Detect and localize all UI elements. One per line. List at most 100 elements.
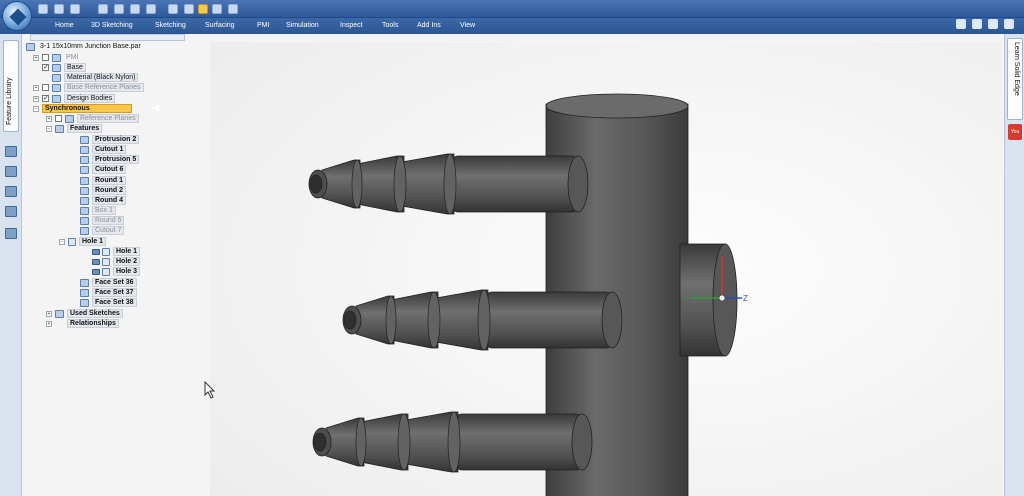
tree-feature-item[interactable]: Protrusion 2 bbox=[80, 135, 140, 144]
tab-inspect[interactable]: Inspect bbox=[340, 20, 363, 32]
select-icon[interactable] bbox=[98, 4, 108, 14]
tree-synchronous[interactable]: − Synchronous bbox=[33, 104, 159, 113]
application-button[interactable] bbox=[2, 1, 32, 31]
collapse-icon[interactable]: − bbox=[33, 105, 39, 112]
tree-face-set[interactable]: Face Set 38 bbox=[80, 298, 137, 307]
style-icon[interactable] bbox=[168, 4, 178, 14]
close-icon[interactable] bbox=[1004, 19, 1014, 29]
tree-hole-child[interactable]: Hole 2 bbox=[92, 257, 141, 266]
tab-pmi[interactable]: PMI bbox=[257, 20, 269, 32]
options-icon[interactable] bbox=[212, 4, 222, 14]
protrusion-icon bbox=[80, 155, 89, 164]
tree-hole-1[interactable]: − Hole 1 bbox=[59, 237, 107, 246]
save-icon[interactable] bbox=[38, 4, 48, 14]
help-icon[interactable] bbox=[956, 19, 966, 29]
tree-root-label: 3-1 15x10mm Junction Base.par bbox=[40, 43, 141, 50]
camera-icon[interactable] bbox=[5, 186, 17, 197]
tree-feature-item[interactable]: Cutout 1 bbox=[80, 145, 127, 154]
pathfinder-icon[interactable] bbox=[5, 228, 17, 239]
feature-library-tab[interactable]: Feature Library bbox=[3, 40, 19, 132]
dropdown-icon[interactable] bbox=[228, 4, 238, 14]
feature-label: Cutout 1 bbox=[92, 145, 127, 154]
tree-features[interactable]: − Features bbox=[46, 124, 103, 133]
checkbox[interactable] bbox=[42, 54, 49, 61]
tab-add-ins[interactable]: Add Ins bbox=[417, 20, 441, 32]
tab-3d-sketching[interactable]: 3D Sketching bbox=[91, 20, 133, 32]
3d-viewport[interactable]: Z Y bbox=[210, 42, 1002, 496]
minimize-icon[interactable] bbox=[972, 19, 982, 29]
tree-feature-item[interactable]: Protrusion 5 bbox=[80, 155, 140, 164]
tree-feature-item[interactable]: Round 2 bbox=[80, 186, 126, 195]
expand-icon[interactable]: + bbox=[33, 54, 39, 61]
feature-label: Protrusion 2 bbox=[92, 135, 140, 144]
tree-base-reference-planes[interactable]: + Base Reference Planes bbox=[33, 83, 144, 92]
tree-root[interactable]: 3-1 15x10mm Junction Base.par bbox=[26, 42, 143, 51]
tree-used-sketches-label: Used Sketches bbox=[67, 309, 123, 318]
tree-base[interactable]: Base bbox=[42, 63, 86, 72]
collapse-icon[interactable]: − bbox=[59, 238, 65, 245]
tree-feature-item[interactable]: Cutout 6 bbox=[80, 165, 127, 174]
box-icon bbox=[80, 206, 89, 215]
round-icon bbox=[80, 186, 89, 195]
tab-tools[interactable]: Tools bbox=[382, 20, 398, 32]
tree-feature-item[interactable]: Cutout 7 bbox=[80, 226, 125, 235]
tab-simulation[interactable]: Simulation bbox=[286, 20, 319, 32]
youtube-icon[interactable]: You bbox=[1008, 124, 1022, 140]
tree-pmi[interactable]: + PMI bbox=[33, 53, 80, 62]
tree-feature-item[interactable]: Box 1 bbox=[80, 206, 116, 215]
expand-icon[interactable]: + bbox=[46, 320, 52, 327]
collapse-icon[interactable]: − bbox=[46, 125, 52, 132]
fit-icon[interactable] bbox=[146, 4, 156, 14]
view-icon[interactable] bbox=[114, 4, 124, 14]
sensors-icon[interactable] bbox=[5, 206, 17, 217]
tab-sketching[interactable]: Sketching bbox=[155, 20, 186, 32]
tree-face-set[interactable]: Face Set 36 bbox=[80, 278, 137, 287]
tree-relationships[interactable]: + Relationships bbox=[46, 319, 119, 328]
checkbox[interactable] bbox=[42, 84, 49, 91]
orient-icon[interactable] bbox=[130, 4, 140, 14]
tree-feature-item[interactable]: Round 4 bbox=[80, 196, 126, 205]
tree-material[interactable]: Material (Black Nylon) bbox=[52, 73, 139, 82]
tab-surfacing[interactable]: Surfacing bbox=[205, 20, 235, 32]
checkbox[interactable] bbox=[42, 94, 49, 102]
side-boss[interactable] bbox=[679, 243, 738, 357]
barb-fitting-middle[interactable] bbox=[342, 289, 623, 351]
part-icon bbox=[26, 42, 35, 51]
tree-feature-item[interactable]: Round 5 bbox=[80, 216, 125, 225]
face-set-icon bbox=[80, 278, 89, 287]
tree-features-label: Features bbox=[67, 124, 103, 133]
expand-icon[interactable]: + bbox=[33, 95, 39, 102]
face-set-icon bbox=[80, 288, 89, 297]
tree-hole-child[interactable]: Hole 1 bbox=[92, 247, 141, 256]
expand-icon[interactable]: + bbox=[46, 310, 52, 317]
face-set-label: Face Set 38 bbox=[92, 298, 137, 307]
expand-icon[interactable]: + bbox=[33, 84, 39, 91]
tree-face-set[interactable]: Face Set 37 bbox=[80, 288, 137, 297]
tree-hole-child[interactable]: Hole 3 bbox=[92, 267, 141, 276]
protrusion-icon bbox=[80, 135, 89, 144]
checkbox[interactable] bbox=[42, 63, 49, 71]
tree-used-sketches[interactable]: + Used Sketches bbox=[46, 309, 123, 318]
barb-fitting-bottom[interactable] bbox=[312, 411, 593, 473]
expand-icon[interactable]: + bbox=[46, 115, 52, 122]
checkbox[interactable] bbox=[55, 115, 62, 122]
tab-home[interactable]: Home bbox=[55, 20, 74, 32]
ribbon-collapse-strip[interactable] bbox=[30, 34, 185, 41]
hole-icon bbox=[102, 257, 110, 266]
restore-icon[interactable] bbox=[988, 19, 998, 29]
tree-design-bodies[interactable]: + Design Bodies bbox=[33, 94, 116, 103]
learn-solid-edge-tab[interactable]: Learn Solid Edge bbox=[1007, 38, 1023, 120]
tab-view[interactable]: View bbox=[460, 20, 475, 32]
barb-fitting-top[interactable] bbox=[308, 153, 589, 215]
redo-icon[interactable] bbox=[70, 4, 80, 14]
teamcenter-icon[interactable] bbox=[5, 166, 17, 177]
undo-icon[interactable] bbox=[54, 4, 64, 14]
tree-feature-item[interactable]: Round 1 bbox=[80, 176, 126, 185]
learn-solid-edge-label: Learn Solid Edge bbox=[1013, 42, 1020, 96]
highlight-tool-icon[interactable] bbox=[198, 4, 208, 14]
tree-reference-planes[interactable]: + Reference Planes bbox=[46, 114, 139, 123]
rollback-arrow-icon[interactable] bbox=[151, 105, 159, 111]
display-icon[interactable] bbox=[184, 4, 194, 14]
cutout-icon bbox=[80, 165, 89, 174]
layers-icon[interactable] bbox=[5, 146, 17, 157]
